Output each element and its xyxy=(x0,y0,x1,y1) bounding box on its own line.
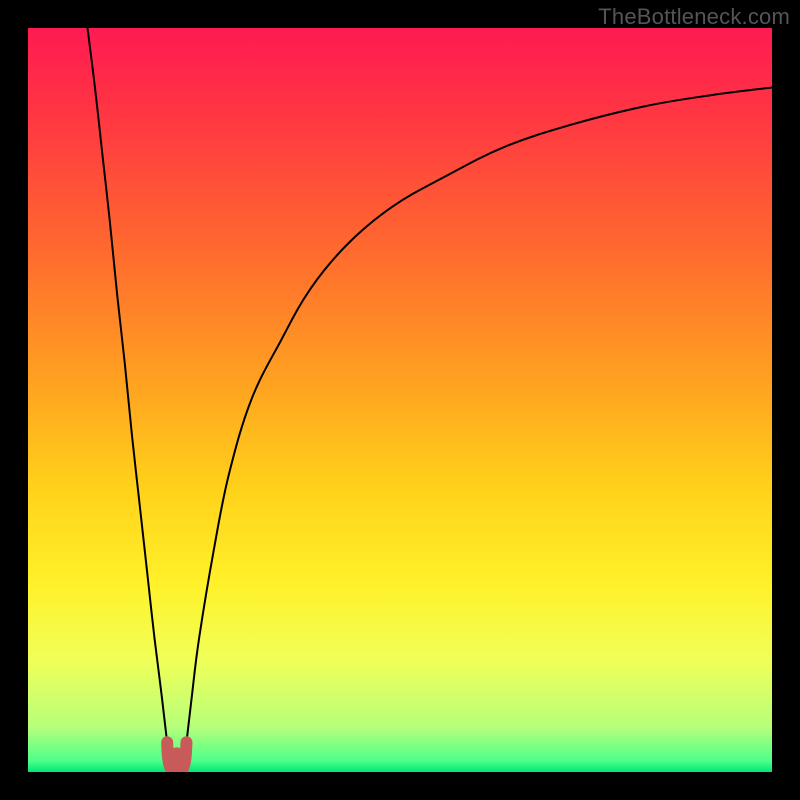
watermark-text: TheBottleneck.com xyxy=(598,4,790,30)
outer-frame: TheBottleneck.com xyxy=(0,0,800,800)
gradient-background xyxy=(28,28,772,772)
plot-area xyxy=(28,28,772,772)
chart-svg xyxy=(28,28,772,772)
